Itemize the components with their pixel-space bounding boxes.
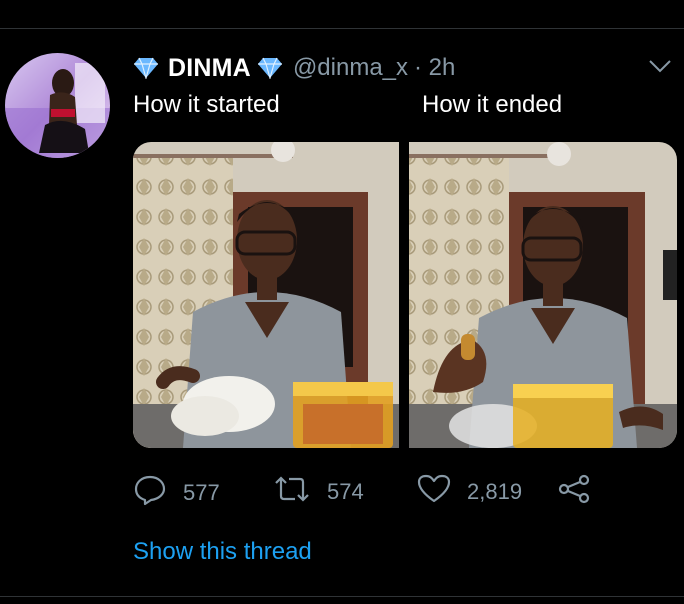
photo-how-it-ended[interactable]: [409, 142, 677, 448]
like-count: 2,819: [467, 478, 523, 504]
tweet-actions: 577 574 2,819: [133, 474, 653, 506]
user-handle[interactable]: @dinma_x: [293, 54, 408, 82]
retweet-count: 574: [327, 478, 364, 504]
tweet-text-right: How it ended: [422, 91, 563, 118]
diamond-icon: [257, 57, 283, 81]
tweet-text-left: How it started: [133, 91, 280, 118]
share-action[interactable]: [557, 474, 591, 509]
photo-how-it-started[interactable]: [133, 142, 399, 448]
reply-icon[interactable]: [133, 474, 167, 511]
like-action[interactable]: 2,819: [417, 474, 522, 509]
tweet-header: DINMA @dinma_x · 2h: [133, 52, 455, 84]
retweet-icon[interactable]: [273, 474, 311, 509]
diamond-icon: [133, 57, 159, 81]
show-thread-link[interactable]: Show this thread: [133, 538, 312, 566]
chevron-down-icon[interactable]: [648, 58, 672, 74]
reply-count: 577: [183, 479, 220, 505]
top-divider: [0, 28, 684, 29]
display-name[interactable]: DINMA: [168, 54, 251, 83]
retweet-action[interactable]: 574: [273, 474, 364, 509]
heart-icon[interactable]: [417, 474, 451, 509]
avatar[interactable]: [5, 53, 110, 158]
reply-action[interactable]: 577: [133, 474, 220, 511]
tweet-media[interactable]: [133, 142, 677, 448]
share-icon[interactable]: [557, 474, 591, 509]
timestamp[interactable]: · 2h: [414, 54, 455, 82]
bottom-divider: [0, 596, 684, 597]
